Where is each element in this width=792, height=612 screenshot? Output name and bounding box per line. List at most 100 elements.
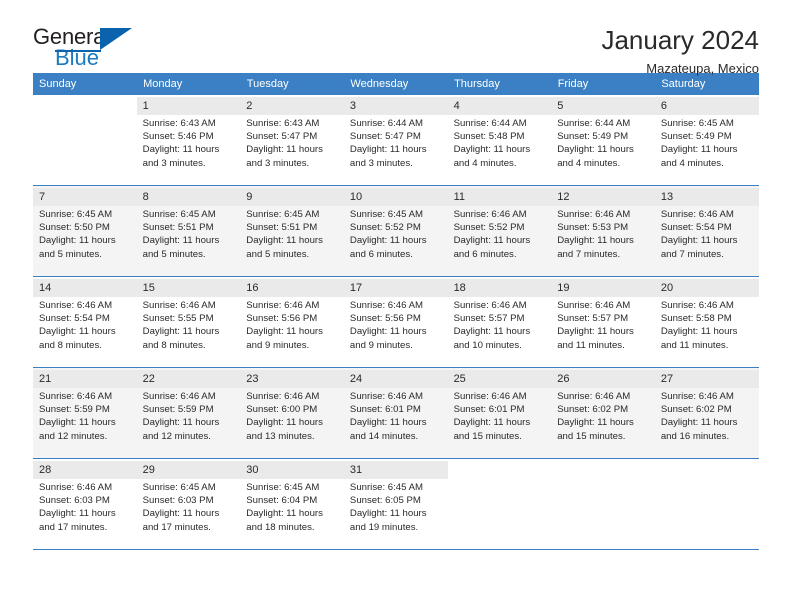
day-details: Sunrise: 6:44 AM Sunset: 5:47 PM Daylight:…: [350, 115, 444, 170]
calendar-day-cell[interactable]: 24 Sunrise: 6:46 AM Sunset: 6:01 PM Dayligh…: [343, 367, 448, 459]
calendar-day-cell[interactable]: 10 Sunrise: 6:45 AM Sunset: 5:52 PM Dayligh…: [343, 185, 448, 277]
day-details: Sunrise: 6:45 AM Sunset: 5:51 PM Daylight:…: [143, 206, 237, 261]
day-number: 10: [343, 188, 448, 206]
calendar-day-cell[interactable]: 20 Sunrise: 6:46 AM Sunset: 5:58 PM Dayligh…: [654, 276, 759, 368]
calendar-day-cell[interactable]: 4 Sunrise: 6:44 AM Sunset: 5:48 PM Daylight…: [447, 95, 552, 186]
day-cell-content: [33, 95, 137, 185]
day-detail-line: Sunset: 5:46 PM: [142, 131, 214, 143]
day-details: Sunrise: 6:46 AM Sunset: 5:55 PM Daylight:…: [143, 297, 237, 352]
day-detail-line: and 18 minutes.: [246, 521, 315, 533]
calendar-day-cell[interactable]: 28 Sunrise: 6:46 AM Sunset: 6:03 PM Dayligh…: [33, 458, 137, 550]
day-detail-line: Sunset: 5:48 PM: [453, 131, 525, 143]
day-number: 24: [343, 370, 448, 388]
day-detail-line: Sunset: 6:04 PM: [246, 495, 318, 507]
day-detail-line: Sunset: 5:58 PM: [660, 313, 732, 325]
day-detail-line: Daylight: 11 hours: [246, 508, 323, 520]
day-detail-line: and 4 minutes.: [453, 157, 517, 169]
calendar-day-cell[interactable]: 1 Sunrise: 6:43 AM Sunset: 5:46 PM Daylight…: [136, 95, 241, 186]
calendar-day-cell[interactable]: 17 Sunrise: 6:46 AM Sunset: 5:56 PM Dayligh…: [343, 276, 448, 368]
day-detail-line: Sunset: 5:57 PM: [453, 313, 525, 325]
day-detail-line: and 3 minutes.: [142, 157, 206, 169]
day-details: Sunrise: 6:45 AM Sunset: 6:03 PM Daylight:…: [143, 479, 237, 534]
day-detail-line: Daylight: 11 hours: [453, 144, 531, 156]
calendar-empty-cell: [447, 458, 552, 550]
day-detail-line: Daylight: 11 hours: [39, 326, 116, 338]
calendar-day-cell[interactable]: 27 Sunrise: 6:46 AM Sunset: 6:02 PM Dayligh…: [654, 367, 759, 459]
calendar-day-cell[interactable]: 15 Sunrise: 6:46 AM Sunset: 5:55 PM Dayligh…: [136, 276, 241, 368]
day-detail-line: Sunrise: 6:46 AM: [349, 391, 423, 402]
calendar-day-cell[interactable]: 3 Sunrise: 6:44 AM Sunset: 5:47 PM Daylight…: [343, 95, 448, 186]
day-detail-line: Sunset: 6:01 PM: [453, 404, 525, 416]
day-detail-line: Sunset: 6:01 PM: [349, 404, 421, 416]
day-detail-line: Sunrise: 6:46 AM: [142, 300, 216, 311]
day-details: Sunrise: 6:46 AM Sunset: 5:54 PM Daylight:…: [39, 297, 133, 352]
general-blue-logo[interactable]: General Blue: [33, 26, 143, 74]
day-number: 7: [33, 188, 137, 206]
day-cell-content: 9 Sunrise: 6:45 AM Sunset: 5:51 PM Daylight…: [240, 186, 344, 276]
day-detail-line: Daylight: 11 hours: [660, 417, 738, 429]
day-details: Sunrise: 6:46 AM Sunset: 5:54 PM Daylight:…: [661, 206, 755, 261]
day-cell-content: 7 Sunrise: 6:45 AM Sunset: 5:50 PM Daylight…: [33, 186, 137, 276]
day-details: Sunrise: 6:43 AM Sunset: 5:47 PM Daylight:…: [246, 115, 340, 170]
calendar-day-cell[interactable]: 11 Sunrise: 6:46 AM Sunset: 5:52 PM Dayligh…: [447, 185, 552, 277]
day-detail-line: Sunset: 5:57 PM: [557, 313, 629, 325]
day-detail-line: Sunset: 6:02 PM: [557, 404, 629, 416]
day-detail-line: Sunrise: 6:46 AM: [39, 300, 113, 311]
day-detail-line: and 12 minutes.: [39, 430, 108, 442]
calendar-day-cell[interactable]: 8 Sunrise: 6:45 AM Sunset: 5:51 PM Daylight…: [136, 185, 241, 277]
day-cell-content: 19 Sunrise: 6:46 AM Sunset: 5:57 PM Dayligh…: [551, 277, 655, 367]
day-detail-line: and 14 minutes.: [349, 430, 419, 442]
calendar-day-cell[interactable]: 29 Sunrise: 6:45 AM Sunset: 6:03 PM Dayligh…: [136, 458, 241, 550]
day-details: [454, 465, 548, 467]
day-detail-line: and 5 minutes.: [142, 248, 206, 260]
calendar-day-cell[interactable]: 16 Sunrise: 6:46 AM Sunset: 5:56 PM Dayligh…: [240, 276, 344, 368]
day-cell-content: 27 Sunrise: 6:46 AM Sunset: 6:02 PM Dayligh…: [654, 368, 759, 458]
calendar-day-cell[interactable]: 6 Sunrise: 6:45 AM Sunset: 5:49 PM Daylight…: [654, 95, 759, 186]
day-detail-line: and 5 minutes.: [246, 248, 310, 260]
calendar-day-cell[interactable]: 23 Sunrise: 6:46 AM Sunset: 6:00 PM Dayligh…: [240, 367, 344, 459]
calendar-day-cell[interactable]: 22 Sunrise: 6:46 AM Sunset: 5:59 PM Dayligh…: [136, 367, 241, 459]
day-detail-line: Daylight: 11 hours: [142, 235, 220, 247]
day-cell-content: 14 Sunrise: 6:46 AM Sunset: 5:54 PM Dayligh…: [33, 277, 137, 367]
day-detail-line: Daylight: 11 hours: [557, 326, 634, 338]
calendar-day-cell[interactable]: 21 Sunrise: 6:46 AM Sunset: 5:59 PM Dayligh…: [33, 367, 137, 459]
calendar-empty-cell: [33, 95, 137, 186]
day-details: Sunrise: 6:46 AM Sunset: 5:59 PM Daylight:…: [39, 388, 133, 443]
day-detail-line: and 6 minutes.: [349, 248, 413, 260]
day-detail-line: Sunrise: 6:46 AM: [557, 300, 631, 311]
day-detail-line: Daylight: 11 hours: [246, 326, 323, 338]
day-cell-content: 31 Sunrise: 6:45 AM Sunset: 6:05 PM Dayligh…: [343, 459, 448, 549]
day-detail-line: Sunset: 5:54 PM: [660, 222, 732, 234]
day-detail-line: and 9 minutes.: [349, 339, 413, 351]
calendar-day-cell[interactable]: 14 Sunrise: 6:46 AM Sunset: 5:54 PM Dayligh…: [33, 276, 137, 368]
day-number: 6: [654, 97, 759, 115]
day-details: Sunrise: 6:45 AM Sunset: 5:51 PM Daylight:…: [246, 206, 340, 261]
day-details: Sunrise: 6:46 AM Sunset: 6:01 PM Daylight:…: [350, 388, 444, 443]
calendar-day-cell[interactable]: 7 Sunrise: 6:45 AM Sunset: 5:50 PM Daylight…: [33, 185, 137, 277]
calendar-day-cell[interactable]: 26 Sunrise: 6:46 AM Sunset: 6:02 PM Dayligh…: [551, 367, 655, 459]
triangle-icon: [100, 28, 132, 50]
day-detail-line: and 7 minutes.: [660, 248, 724, 260]
calendar-day-cell[interactable]: 25 Sunrise: 6:46 AM Sunset: 6:01 PM Dayligh…: [447, 367, 552, 459]
day-cell-content: 5 Sunrise: 6:44 AM Sunset: 5:49 PM Daylight…: [551, 95, 655, 185]
calendar-week-row: 28 Sunrise: 6:46 AM Sunset: 6:03 PM Dayligh…: [33, 458, 759, 550]
calendar-day-cell[interactable]: 19 Sunrise: 6:46 AM Sunset: 5:57 PM Dayligh…: [551, 276, 655, 368]
calendar-day-cell[interactable]: 18 Sunrise: 6:46 AM Sunset: 5:57 PM Dayligh…: [447, 276, 552, 368]
calendar-day-cell[interactable]: 30 Sunrise: 6:45 AM Sunset: 6:04 PM Dayligh…: [240, 458, 344, 550]
day-details: Sunrise: 6:46 AM Sunset: 5:53 PM Daylight:…: [557, 206, 651, 261]
calendar-day-cell[interactable]: 9 Sunrise: 6:45 AM Sunset: 5:51 PM Daylight…: [240, 185, 344, 277]
day-cell-content: 17 Sunrise: 6:46 AM Sunset: 5:56 PM Dayligh…: [343, 277, 448, 367]
day-number: 26: [551, 370, 655, 388]
day-number: 28: [33, 461, 137, 479]
calendar-day-cell[interactable]: 12 Sunrise: 6:46 AM Sunset: 5:53 PM Dayligh…: [551, 185, 655, 277]
day-number: 18: [447, 279, 552, 297]
calendar-day-cell[interactable]: 5 Sunrise: 6:44 AM Sunset: 5:49 PM Daylight…: [551, 95, 655, 186]
calendar-day-cell[interactable]: 13 Sunrise: 6:46 AM Sunset: 5:54 PM Dayligh…: [654, 185, 759, 277]
calendar-day-cell[interactable]: 31 Sunrise: 6:45 AM Sunset: 6:05 PM Dayligh…: [343, 458, 448, 550]
calendar-week-row: 21 Sunrise: 6:46 AM Sunset: 5:59 PM Dayligh…: [33, 367, 759, 459]
calendar-day-cell[interactable]: 2 Sunrise: 6:43 AM Sunset: 5:47 PM Daylight…: [240, 95, 344, 186]
day-detail-line: Sunrise: 6:46 AM: [660, 391, 734, 402]
day-number: 21: [33, 370, 137, 388]
day-detail-line: Sunset: 5:59 PM: [39, 404, 110, 416]
day-cell-content: 22 Sunrise: 6:46 AM Sunset: 5:59 PM Dayligh…: [136, 368, 241, 458]
